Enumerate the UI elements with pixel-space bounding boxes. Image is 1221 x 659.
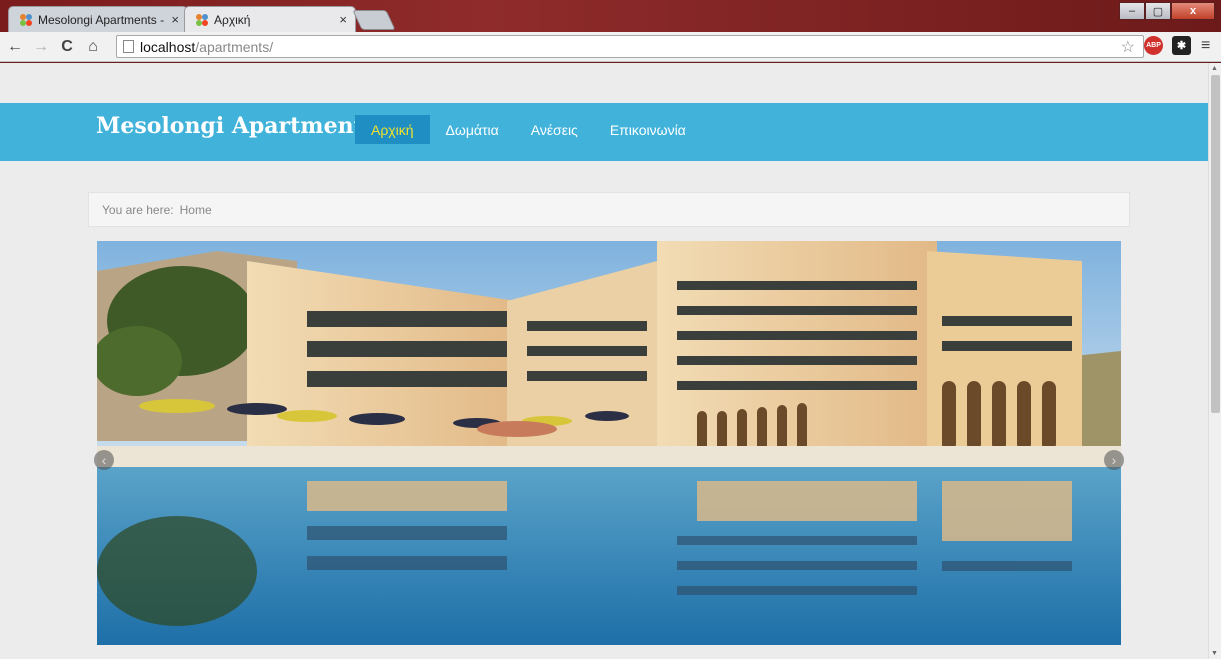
site-brand[interactable]: Mesolongi Apartments: [96, 113, 376, 139]
hamburger-menu-icon[interactable]: ≡: [1201, 37, 1210, 55]
chevron-left-icon[interactable]: ‹: [94, 450, 114, 470]
new-tab-button[interactable]: [352, 10, 396, 30]
breadcrumb-current: Home: [179, 202, 212, 217]
extension-icon[interactable]: ✱: [1172, 36, 1191, 55]
close-tab-icon[interactable]: ×: [339, 12, 347, 27]
back-arrow-icon[interactable]: ←: [4, 38, 26, 56]
page-scrollbar[interactable]: ▲ ▼: [1208, 63, 1221, 659]
window-controls: – ▢ x: [1119, 2, 1215, 20]
browser-toolbar: ← → C ⌂ localhost/apartments/ ☆: [0, 32, 1221, 62]
chevron-right-icon[interactable]: ›: [1104, 450, 1124, 470]
scroll-thumb[interactable]: [1211, 75, 1220, 413]
image-slider: [97, 241, 1121, 645]
tab-mesolongi-apartments[interactable]: Mesolongi Apartments - A ×: [8, 6, 188, 32]
home-icon[interactable]: ⌂: [82, 38, 104, 56]
tab-title: Mesolongi Apartments - A: [38, 12, 166, 27]
site-header: Mesolongi Apartments Αρχική Δωμάτια Ανέσ…: [0, 103, 1208, 161]
browser-titlebar: Mesolongi Apartments - A × Αρχική × – ▢ …: [0, 0, 1221, 32]
tab-title: Αρχική: [214, 12, 251, 27]
breadcrumb: You are here: Home: [88, 192, 1130, 227]
address-bar[interactable]: localhost/apartments/ ☆: [116, 35, 1144, 58]
menu-item-amenities[interactable]: Ανέσεις: [515, 115, 594, 144]
menu-item-contact[interactable]: Επικοινωνία: [594, 115, 702, 144]
forward-arrow-icon[interactable]: →: [30, 38, 52, 56]
menu-item-home[interactable]: Αρχική: [355, 115, 430, 144]
scroll-up-icon[interactable]: ▲: [1211, 65, 1218, 72]
tab-archiki[interactable]: Αρχική ×: [184, 6, 356, 32]
close-window-button[interactable]: x: [1171, 2, 1215, 20]
main-menu: Αρχική Δωμάτια Ανέσεις Επικοινωνία: [355, 115, 702, 144]
close-tab-icon[interactable]: ×: [171, 12, 179, 27]
reload-icon[interactable]: C: [56, 38, 78, 56]
star-icon[interactable]: ☆: [1121, 37, 1135, 57]
maximize-button[interactable]: ▢: [1145, 2, 1171, 20]
menu-item-rooms[interactable]: Δωμάτια: [430, 115, 515, 144]
page-viewport: Mesolongi Apartments Αρχική Δωμάτια Ανέσ…: [0, 63, 1208, 659]
scroll-down-icon[interactable]: ▼: [1211, 650, 1218, 657]
hotel-pool-photo: [97, 241, 1121, 645]
url-host: localhost: [140, 38, 196, 55]
minimize-button[interactable]: –: [1119, 2, 1145, 20]
joomla-favicon-icon: [196, 13, 208, 26]
joomla-favicon-icon: [20, 13, 32, 26]
adblock-extension-icon[interactable]: ABP: [1144, 36, 1163, 55]
url-path: /apartments/: [195, 38, 274, 55]
page-icon: [123, 40, 134, 53]
breadcrumb-label: You are here:: [102, 202, 174, 217]
